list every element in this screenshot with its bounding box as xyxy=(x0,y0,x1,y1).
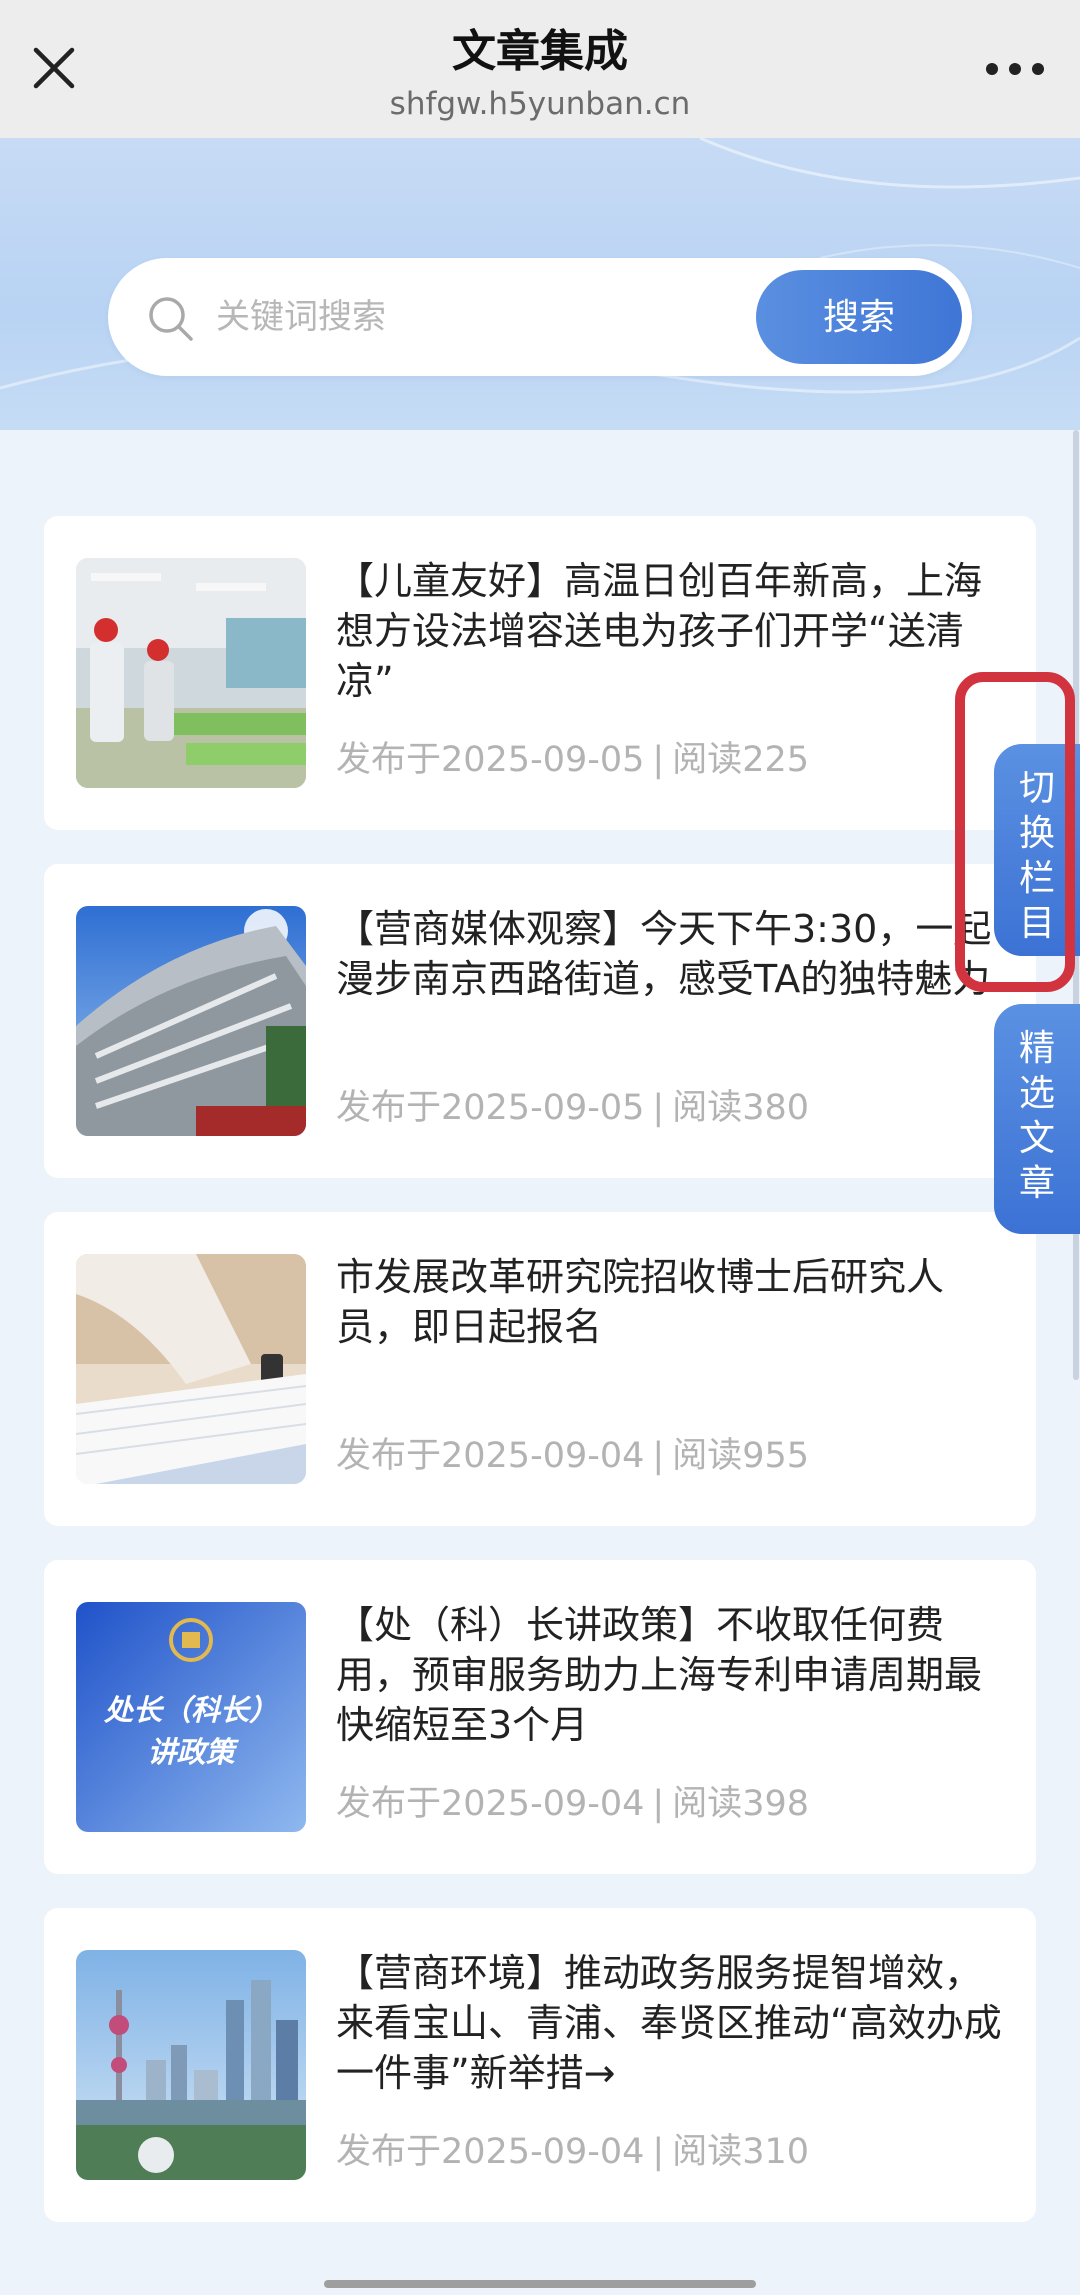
poster-text-line-1: 处长（科长） xyxy=(103,1693,278,1727)
meta-separator: | xyxy=(652,1436,665,1476)
poster-text-line-2: 讲政策 xyxy=(147,1735,239,1769)
tab-char: 文 xyxy=(1018,1118,1055,1159)
article-card[interactable]: 【营商环境】推动政务服务提智增效，来看宝山、青浦、奉贤区推动“高效办成一件事”新… xyxy=(44,1908,1036,2222)
tab-char: 选 xyxy=(1018,1073,1055,1114)
article-title: 【营商环境】推动政务服务提智增效，来看宝山、青浦、奉贤区推动“高效办成一件事”新… xyxy=(336,1951,1002,2095)
read-count: 阅读955 xyxy=(672,1436,810,1476)
publish-date: 发布于2025-09-04 xyxy=(336,2132,645,2172)
article-card[interactable]: 【儿童友好】高温日创百年新高，上海想方设法增容送电为孩子们开学“送清凉” 发布于… xyxy=(44,516,1036,830)
article-meta: 发布于2025-09-04 | 阅读398 xyxy=(336,1782,1016,1826)
read-count: 阅读398 xyxy=(672,1784,810,1824)
article-title: 市发展改革研究院招收博士后研究人员，即日起报名 xyxy=(336,1255,945,1349)
publish-date: 发布于2025-09-04 xyxy=(336,1436,645,1476)
article-card[interactable]: 【营商媒体观察】今天下午3:30，一起漫步南京西路街道，感受TA的独特魅力 发布… xyxy=(44,864,1036,1178)
page-title: 文章集成 xyxy=(452,26,628,77)
top-navigation-bar: 文章集成 shfgw.h5yunban.cn xyxy=(0,0,1080,138)
search-input[interactable] xyxy=(216,258,716,376)
publish-date: 发布于2025-09-05 xyxy=(336,1088,645,1128)
article-card[interactable]: 处长（科长） 讲政策 【处（科）长讲政策】不收取任何费用，预审服务助力上海专利申… xyxy=(44,1560,1036,1874)
publish-date: 发布于2025-09-04 xyxy=(336,1784,645,1824)
search-banner: 搜索 xyxy=(0,138,1080,430)
search-icon xyxy=(146,294,196,344)
search-button[interactable]: 搜索 xyxy=(756,270,962,364)
article-card[interactable]: 市发展改革研究院招收博士后研究人员，即日起报名 发布于2025-09-04 | 阅读… xyxy=(44,1212,1036,1526)
meta-separator: | xyxy=(652,740,665,780)
read-count: 阅读380 xyxy=(672,1088,810,1128)
article-title: 【处（科）长讲政策】不收取任何费用，预审服务助力上海专利申请周期最快缩短至3个月 xyxy=(336,1603,983,1747)
meta-separator: | xyxy=(652,2132,665,2172)
highlight-annotation xyxy=(955,672,1075,992)
signing-document-thumbnail xyxy=(76,1254,306,1484)
policy-poster-thumbnail: 处长（科长） 讲政策 xyxy=(76,1602,306,1832)
meta-separator: | xyxy=(652,1784,665,1824)
home-indicator[interactable] xyxy=(324,2280,756,2288)
meta-separator: | xyxy=(652,1088,665,1128)
more-options-icon[interactable] xyxy=(980,44,1050,94)
article-meta: 发布于2025-09-05 | 阅读380 xyxy=(336,1086,1016,1130)
shanghai-skyline-thumbnail xyxy=(76,1950,306,2180)
article-meta: 发布于2025-09-04 | 阅读955 xyxy=(336,1434,1016,1478)
workers-classroom-thumbnail xyxy=(76,558,306,788)
featured-articles-tab[interactable]: 精 选 文 章 xyxy=(994,1004,1080,1234)
article-meta: 发布于2025-09-04 | 阅读310 xyxy=(336,2130,1016,2174)
read-count: 阅读310 xyxy=(672,2132,810,2172)
tab-char: 章 xyxy=(1018,1163,1055,1204)
page-url: shfgw.h5yunban.cn xyxy=(389,86,691,122)
publish-date: 发布于2025-09-05 xyxy=(336,740,645,780)
search-bar: 搜索 xyxy=(108,258,972,376)
article-meta: 发布于2025-09-05 | 阅读225 xyxy=(336,738,1016,782)
article-title: 【儿童友好】高温日创百年新高，上海想方设法增容送电为孩子们开学“送清凉” xyxy=(336,559,983,703)
article-title: 【营商媒体观察】今天下午3:30，一起漫步南京西路街道，感受TA的独特魅力 xyxy=(336,907,992,1001)
read-count: 阅读225 xyxy=(672,740,810,780)
building-facade-thumbnail xyxy=(76,906,306,1136)
tab-char: 精 xyxy=(1018,1028,1055,1069)
